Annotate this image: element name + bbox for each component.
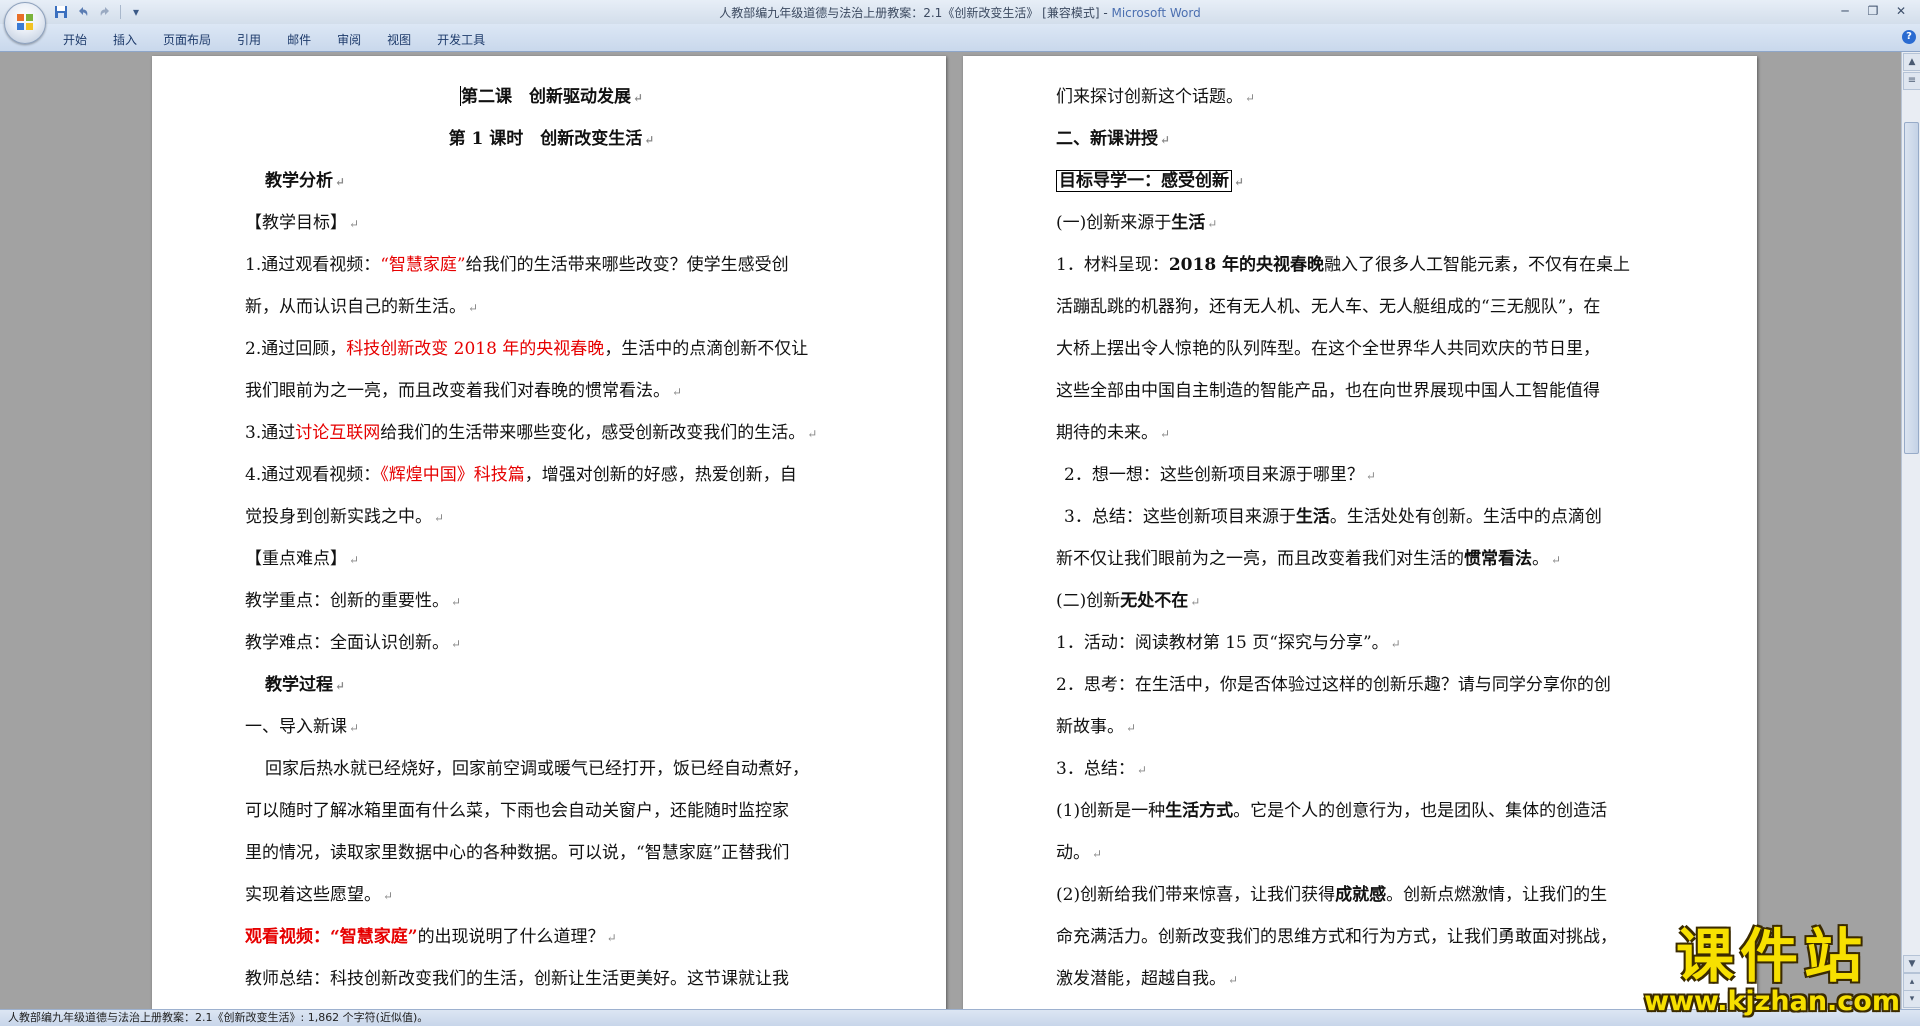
goal-2-line-1: 2.通过回顾，科技创新改变 2018 年的央视春晚，生活中的点滴创新不仅让 xyxy=(245,339,809,359)
summary-line-2: 新不仅让我们眼前为之一亮，而且改变着我们对生活的惯常看法。 ↵ xyxy=(1056,549,1562,569)
window-title: 人教部编九年级道德与法治上册教案：2.1《创新改变生活》 [兼容模式] - Mi… xyxy=(0,4,1920,21)
next-page-icon[interactable]: ▾ xyxy=(1903,990,1920,1008)
goal-4-line-2: 觉投身到创新实践之中。 ↵ xyxy=(245,507,445,527)
material-line-4: 这些全部由中国自主制造的智能产品，也在向世界展现中国人工智能值得 xyxy=(1056,381,1600,401)
ribbon-tabs: 开始 插入 页面布局 引用 邮件 审阅 视图 开发工具 xyxy=(50,29,498,50)
minimize-icon[interactable]: ─ xyxy=(1832,2,1858,20)
window-controls: ─ ❐ ✕ xyxy=(1832,2,1914,20)
view-ruler-icon[interactable]: ≡ xyxy=(1903,72,1920,90)
tab-developer[interactable]: 开发工具 xyxy=(424,29,498,50)
activity-1: 1．活动：阅读教材第 15 页“探究与分享”。 ↵ xyxy=(1056,633,1401,653)
material-line-3: 大桥上摆出令人惊艳的队列阵型。在这个全世界华人共同欢庆的节日里， xyxy=(1056,339,1600,359)
teacher-summary: 教师总结：科技创新改变我们的生活，创新让生活更美好。这节课就让我 xyxy=(245,969,789,989)
material-line-1: 1．材料呈现：2018 年的央视春晚融入了很多人工智能元素，不仅有在桌上 xyxy=(1056,255,1631,275)
tab-view[interactable]: 视图 xyxy=(374,29,424,50)
intro-para-line-2: 可以随时了解冰箱里面有什么菜，下雨也会自动关窗户，还能随时监控家 xyxy=(245,801,789,821)
activity-3: 3．总结： ↵ xyxy=(1056,759,1147,779)
intro-para-line-4: 实现着这些愿望。 ↵ xyxy=(245,885,394,905)
lesson-subtitle: 第 1 课时 创新改变生活 ↵ xyxy=(448,129,655,149)
tab-references[interactable]: 引用 xyxy=(224,29,274,50)
watermark-url: www.kjzhan.com xyxy=(1644,986,1900,1017)
tab-page-layout[interactable]: 页面布局 xyxy=(150,29,224,50)
watch-question: 观看视频：“智慧家庭”的出现说明了什么道理？ ↵ xyxy=(245,927,617,947)
office-logo-icon xyxy=(17,14,33,30)
point-2-line-2: 命充满活力。创新改变我们的思维方式和行为方式，让我们勇敢面对挑战， xyxy=(1056,927,1617,947)
status-text: 人教部编九年级道德与法治上册教案：2.1《创新改变生活》: 1,862 个字符(… xyxy=(8,1011,429,1024)
goal-4-line-1: 4.通过观看视频：《辉煌中国》科技篇，增强对创新的好感，热爱创新，自 xyxy=(245,465,797,485)
material-line-2: 活蹦乱跳的机器狗，还有无人机、无人车、无人艇组成的“三无舰队”，在 xyxy=(1056,297,1601,317)
section-2-heading: 二、新课讲授 ↵ xyxy=(1056,129,1171,149)
ribbon-tab-bar: 开始 插入 页面布局 引用 邮件 审阅 视图 开发工具 ? xyxy=(0,24,1920,52)
continued-line: 们来探讨创新这个话题。 ↵ xyxy=(1056,87,1256,107)
page-left-content: 第二课 创新驱动发展 ↵ 第 1 课时 创新改变生活 ↵ 教学分析 ↵ 【教学目标】 ↵… xyxy=(245,76,858,1000)
watermark-logo: 课件站 www.kjzhan.com xyxy=(1644,925,1900,1017)
vertical-scrollbar[interactable]: ▲ ≡ ▼ ▴ ▾ xyxy=(1901,52,1920,1009)
goal-1-line-2: 新，从而认识自己的新生活。 ↵ xyxy=(245,297,479,317)
tab-home[interactable]: 开始 xyxy=(50,29,100,50)
summary-line-1: 3．总结：这些创新项目来源于生活。生活处处有创新。生活中的点滴创 xyxy=(1064,507,1602,527)
document-workspace: 第二课 创新驱动发展 ↵ 第 1 课时 创新改变生活 ↵ 教学分析 ↵ 【教学目标】 ↵… xyxy=(0,52,1902,1009)
point-1-line-1: (1)创新是一种生活方式。它是个人的创意行为，也是团队、集体的创造活 xyxy=(1056,801,1608,821)
think-question: 2．想一想：这些创新项目来源于哪里？ ↵ xyxy=(1064,465,1376,485)
close-icon[interactable]: ✕ xyxy=(1888,2,1914,20)
intro-para-line-3: 里的情况，读取家里数据中心的各种数据。可以说，“智慧家庭”正替我们 xyxy=(245,843,790,863)
point-1-line-2: 动。 ↵ xyxy=(1056,843,1103,863)
point-2-line-3: 激发潜能，超越自我。 ↵ xyxy=(1056,969,1239,989)
subsection-1: (一)创新来源于生活 ↵ xyxy=(1056,213,1218,233)
office-button[interactable] xyxy=(4,2,46,44)
page-right-content: 们来探讨创新这个话题。 ↵ 二、新课讲授 ↵ 目标导学一：感受创新 ↵ (一)创新来源… xyxy=(1056,76,1669,1000)
title-bar: ▾ 人教部编九年级道德与法治上册教案：2.1《创新改变生活》 [兼容模式] - … xyxy=(0,0,1920,24)
target-1-heading: 目标导学一：感受创新 ↵ xyxy=(1056,160,1669,202)
app-name: Microsoft Word xyxy=(1111,6,1201,20)
analysis-heading: 教学分析 ↵ xyxy=(265,171,346,191)
activity-2-line-2: 新故事。 ↵ xyxy=(1056,717,1137,737)
goals-heading: 【教学目标】 ↵ xyxy=(245,213,360,233)
help-icon[interactable]: ? xyxy=(1902,30,1916,44)
scroll-down-icon[interactable]: ▼ xyxy=(1903,955,1920,973)
point-2-line-1: (2)创新给我们带来惊喜，让我们获得成就感。创新点燃激情，让我们的生 xyxy=(1056,885,1608,905)
tab-insert[interactable]: 插入 xyxy=(100,29,150,50)
material-line-5: 期待的未来。 ↵ xyxy=(1056,423,1171,443)
page-right: 们来探讨创新这个话题。 ↵ 二、新课讲授 ↵ 目标导学一：感受创新 ↵ (一)创新来源… xyxy=(963,56,1757,1009)
lesson-title: 第二课 创新驱动发展 ↵ xyxy=(459,86,644,107)
tab-review[interactable]: 审阅 xyxy=(324,29,374,50)
intro-para-line-1: 回家后热水就已经烧好，回家前空调或暖气已经打开，饭已经自动煮好， xyxy=(265,759,809,779)
document-title: 人教部编九年级道德与法治上册教案：2.1《创新改变生活》 [兼容模式] - xyxy=(719,6,1112,20)
page-left: 第二课 创新驱动发展 ↵ 第 1 课时 创新改变生活 ↵ 教学分析 ↵ 【教学目标】 ↵… xyxy=(152,56,946,1009)
scrollbar-thumb[interactable] xyxy=(1904,122,1919,454)
goal-3: 3.通过讨论互联网给我们的生活带来哪些变化，感受创新改变我们的生活。 ↵ xyxy=(245,423,818,443)
tab-mailings[interactable]: 邮件 xyxy=(274,29,324,50)
key-heading: 【重点难点】 ↵ xyxy=(245,549,360,569)
difficulty: 教学难点：全面认识创新。 ↵ xyxy=(245,633,462,653)
intro-heading: 一、导入新课 ↵ xyxy=(245,717,360,737)
subsection-2: (二)创新无处不在 ↵ xyxy=(1056,591,1201,611)
activity-2-line-1: 2．思考：在生活中，你是否体验过这样的创新乐趣？请与同学分享你的创 xyxy=(1056,675,1611,695)
goal-1-line-1: 1.通过观看视频：“智慧家庭”给我们的生活带来哪些改变？使学生感受创 xyxy=(245,255,789,275)
process-heading: 教学过程 ↵ xyxy=(265,675,346,695)
key-point: 教学重点：创新的重要性。 ↵ xyxy=(245,591,462,611)
scroll-up-icon[interactable]: ▲ xyxy=(1903,53,1920,71)
restore-icon[interactable]: ❐ xyxy=(1860,2,1886,20)
watermark-main: 课件站 xyxy=(1676,922,1869,990)
goal-2-line-2: 我们眼前为之一亮，而且改变着我们对春晚的惯常看法。 ↵ xyxy=(245,381,683,401)
status-bar: 人教部编九年级道德与法治上册教案：2.1《创新改变生活》: 1,862 个字符(… xyxy=(0,1009,1920,1026)
previous-page-icon[interactable]: ▴ xyxy=(1903,973,1920,991)
